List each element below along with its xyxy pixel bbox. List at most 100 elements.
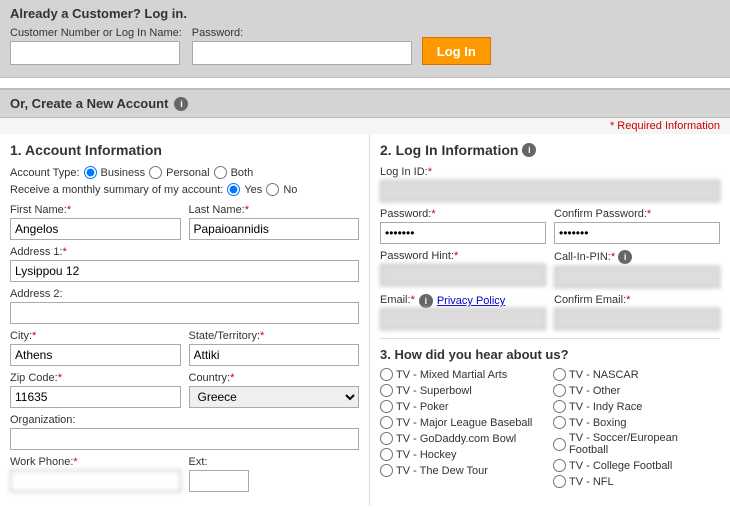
first-name-input[interactable] [10,218,181,240]
monthly-yes-radio[interactable] [227,183,240,196]
privacy-policy-link[interactable]: Privacy Policy [437,295,505,307]
callin-field: Call-In-PIN:* i [554,250,720,288]
hear-poker-label: TV - Poker [396,401,449,413]
hear-soccer-radio[interactable] [553,438,566,451]
hear-boxing-label: TV - Boxing [569,417,626,429]
city-state-row: City:* State/Territory:* [10,330,359,372]
email-label-row: Email:* i Privacy Policy [380,294,546,308]
password-input[interactable] [380,222,546,244]
address1-field: Address 1:* [10,246,359,282]
account-type-business-label: Business [101,167,146,179]
hear-college-football-label: TV - College Football [569,460,672,472]
hear-title: 3. How did you hear about us? [380,347,720,362]
work-phone-label: Work Phone:* [10,456,181,468]
hear-indy-radio[interactable] [553,400,566,413]
login-button[interactable]: Log In [422,37,491,65]
account-type-personal-label: Personal [166,167,209,179]
customer-number-field: Customer Number or Log In Name: [10,27,182,65]
hear-superbowl-radio[interactable] [380,384,393,397]
hear-left-col: TV - Mixed Martial Arts TV - Superbowl T… [380,368,547,491]
hear-poker-radio[interactable] [380,400,393,413]
hear-item-godaddy: TV - GoDaddy.com Bowl [380,432,547,445]
org-label: Organization: [10,414,359,426]
country-select[interactable]: Greece [189,386,360,408]
email-input[interactable] [380,308,546,330]
hear-other-radio[interactable] [553,384,566,397]
confirm-email-input[interactable] [554,308,720,330]
phone-row: Work Phone:* Ext: [10,456,359,498]
hear-baseball-radio[interactable] [380,416,393,429]
callin-label: Call-In-PIN:* i [554,250,720,264]
zip-label: Zip Code:* [10,372,181,384]
account-type-personal-radio[interactable] [149,166,162,179]
customer-number-input[interactable] [10,41,180,65]
hear-mma-label: TV - Mixed Martial Arts [396,369,507,381]
hint-input[interactable] [380,264,546,286]
hear-nascar-radio[interactable] [553,368,566,381]
login-password-label: Password: [192,27,412,39]
hear-mma-radio[interactable] [380,368,393,381]
zip-country-row: Zip Code:* Country:* Greece [10,372,359,414]
login-password-input[interactable] [192,41,412,65]
callin-input[interactable] [554,266,720,288]
hear-item-indy: TV - Indy Race [553,400,720,413]
zip-input[interactable] [10,386,181,408]
hear-item-hockey: TV - Hockey [380,448,547,461]
hear-godaddy-radio[interactable] [380,432,393,445]
hear-godaddy-label: TV - GoDaddy.com Bowl [396,433,516,445]
account-type-both-radio[interactable] [214,166,227,179]
ext-label: Ext: [189,456,360,468]
create-account-heading: Or, Create a New Account [10,96,168,111]
login-heading: Already a Customer? Log in. [10,6,720,21]
address1-input[interactable] [10,260,359,282]
country-label: Country:* [189,372,360,384]
org-field: Organization: [10,414,359,450]
account-type-label: Account Type: [10,167,80,179]
address1-label: Address 1:* [10,246,359,258]
account-info-panel: 1. Account Information Account Type: Bus… [0,134,370,506]
first-name-label: First Name:* [10,204,181,216]
confirm-password-input[interactable] [554,222,720,244]
country-field: Country:* Greece [189,372,360,408]
monthly-summary-row: Receive a monthly summary of my account:… [10,183,359,196]
callin-info-icon[interactable]: i [618,250,632,264]
main-content: 1. Account Information Account Type: Bus… [0,134,730,506]
login-id-input[interactable] [380,180,720,202]
hear-hockey-label: TV - Hockey [396,449,457,461]
org-input[interactable] [10,428,359,450]
email-info-icon[interactable]: i [419,294,433,308]
state-label: State/Territory:* [189,330,360,342]
monthly-no-label: No [283,184,297,196]
hear-baseball-label: TV - Major League Baseball [396,417,532,429]
hear-item-poker: TV - Poker [380,400,547,413]
state-input[interactable] [189,344,360,366]
hear-boxing-radio[interactable] [553,416,566,429]
email-row: Email:* i Privacy Policy Confirm Email:* [380,294,720,330]
hear-indy-label: TV - Indy Race [569,401,642,413]
name-row: First Name:* Last Name:* [10,204,359,246]
hear-item-baseball: TV - Major League Baseball [380,416,547,429]
city-input[interactable] [10,344,181,366]
address2-input[interactable] [10,302,359,324]
monthly-yes-label: Yes [244,184,262,196]
login-info-title: 2. Log In Information i [380,142,720,158]
hear-dew-radio[interactable] [380,464,393,477]
last-name-label: Last Name:* [189,204,360,216]
work-phone-input[interactable] [10,470,181,492]
login-password-field: Password: [192,27,412,65]
account-type-row: Account Type: Business Personal Both [10,166,359,179]
password-label: Password:* [380,208,546,220]
hear-nfl-label: TV - NFL [569,476,614,488]
hear-nfl-radio[interactable] [553,475,566,488]
monthly-no-radio[interactable] [266,183,279,196]
last-name-input[interactable] [189,218,360,240]
account-type-business-radio[interactable] [84,166,97,179]
hear-hockey-radio[interactable] [380,448,393,461]
hear-college-football-radio[interactable] [553,459,566,472]
hint-label: Password Hint:* [380,250,546,262]
hear-nascar-label: TV - NASCAR [569,369,639,381]
login-info-icon[interactable]: i [522,143,536,157]
create-account-info-icon[interactable]: i [174,97,188,111]
hint-field: Password Hint:* [380,250,546,288]
ext-input[interactable] [189,470,249,492]
